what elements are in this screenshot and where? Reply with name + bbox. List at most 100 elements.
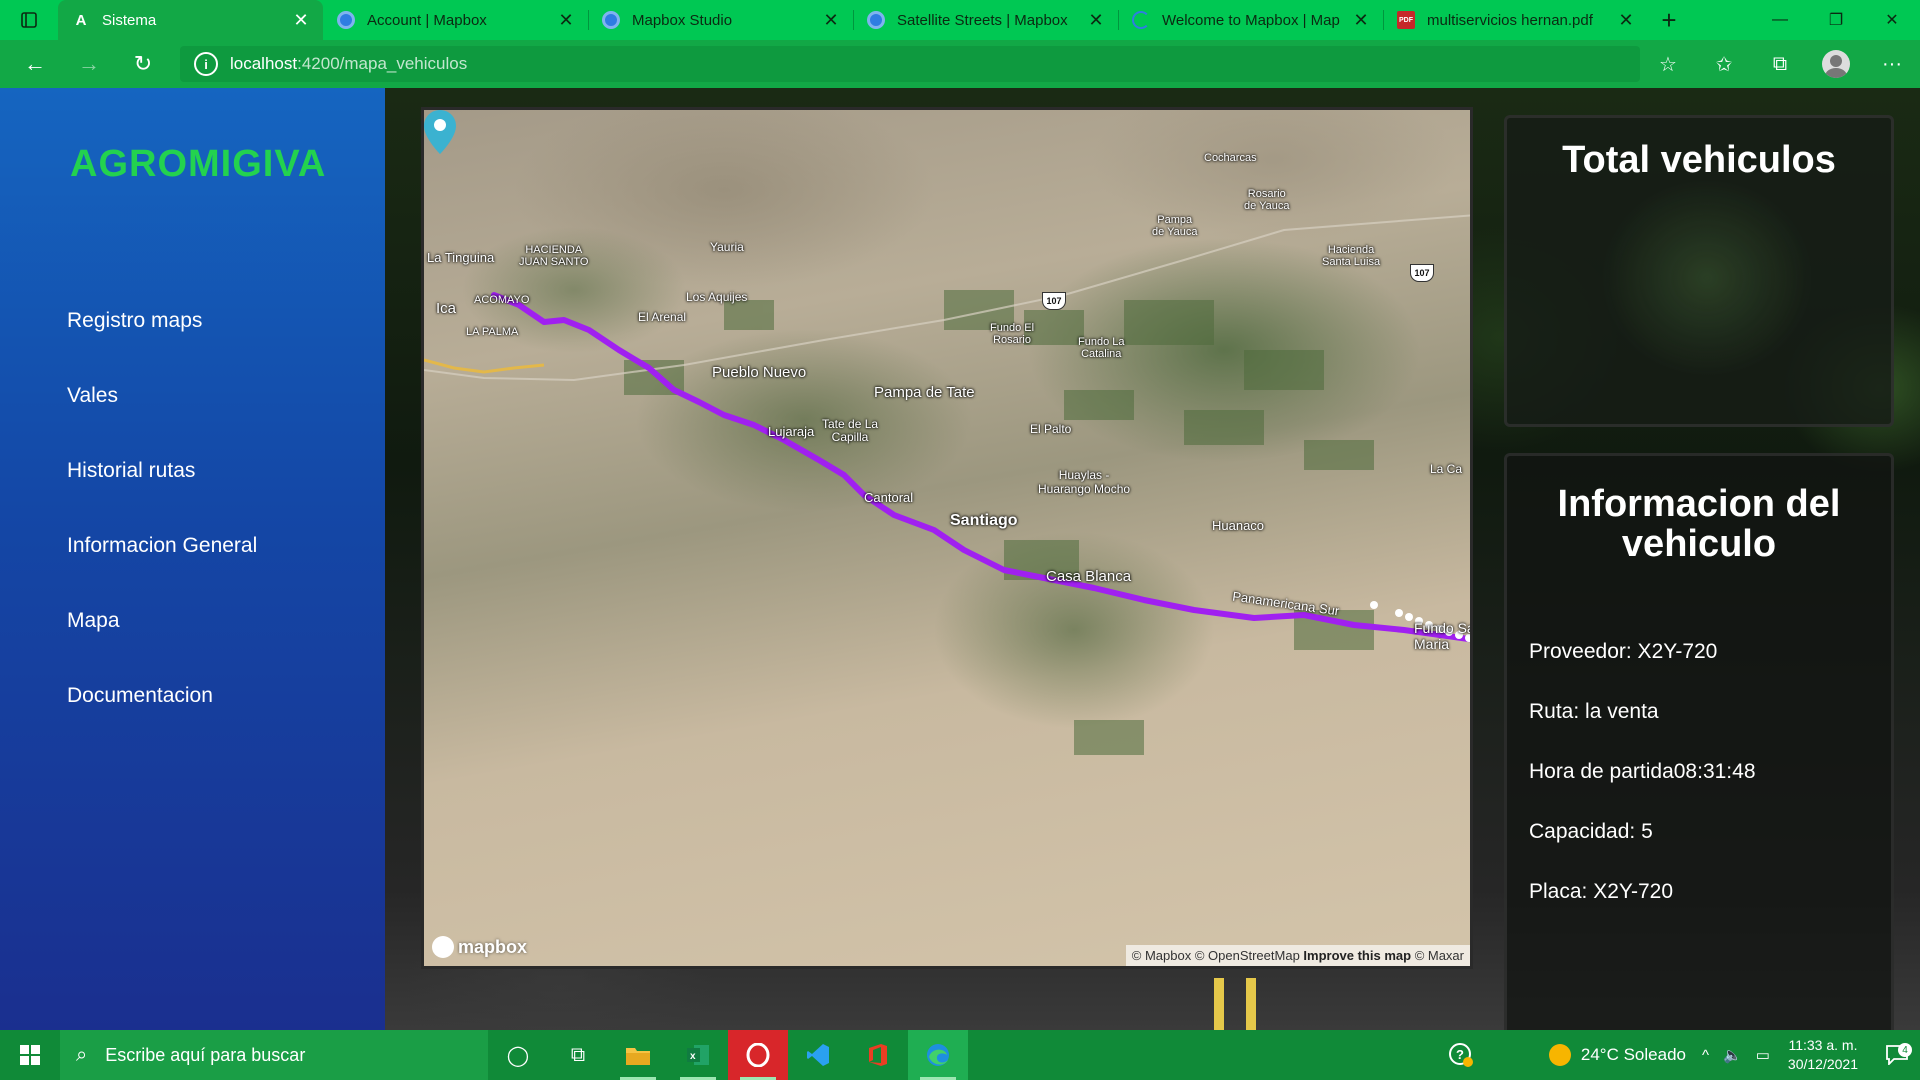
- place-label: Pampa de Tate: [874, 384, 975, 401]
- forward-icon[interactable]: →: [62, 40, 116, 88]
- refresh-icon[interactable]: ↻: [116, 40, 170, 88]
- sidebar-item-informacion-general[interactable]: Informacion General: [67, 531, 257, 606]
- mapbox-logo[interactable]: mapbox: [432, 936, 527, 958]
- vehicle-provider: Proveedor: X2Y-720: [1529, 640, 1718, 663]
- weather-widget[interactable]: 24°C Soleado: [1548, 1044, 1686, 1066]
- tab-title: Welcome to Mapbox | Map: [1162, 11, 1340, 29]
- favorites-icon[interactable]: ✩: [1696, 52, 1752, 77]
- vehicle-info-title: Informacion del vehiculo: [1557, 483, 1841, 565]
- file-explorer-icon[interactable]: [608, 1030, 668, 1080]
- close-icon[interactable]: ✕: [1086, 10, 1106, 31]
- sidebar-item-historial-rutas[interactable]: Historial rutas: [67, 456, 257, 531]
- sidebar-item-documentacion[interactable]: Documentacion: [67, 681, 257, 756]
- attribution-osm[interactable]: © OpenStreetMap: [1195, 948, 1300, 963]
- place-label: Los Aquijes: [686, 290, 748, 304]
- close-icon[interactable]: ✕: [1616, 10, 1636, 31]
- back-icon[interactable]: ←: [8, 40, 62, 88]
- total-vehicles-title: Total vehiculos: [1562, 139, 1836, 181]
- excel-icon[interactable]: x: [668, 1030, 728, 1080]
- edge-icon[interactable]: [908, 1030, 968, 1080]
- site-info-icon[interactable]: i: [194, 52, 218, 76]
- tab-account-mapbox[interactable]: Account | Mapbox ✕: [323, 0, 588, 40]
- close-window-icon[interactable]: ✕: [1864, 0, 1920, 40]
- clock[interactable]: 11:33 a. m. 30/12/2021: [1788, 1036, 1858, 1074]
- page-background: AGROMIGIVA Registro maps Vales Historial…: [0, 88, 1920, 1030]
- tab-title: Mapbox Studio: [632, 11, 733, 29]
- collections-icon[interactable]: ⧉: [1752, 53, 1808, 76]
- close-icon[interactable]: ✕: [291, 10, 311, 31]
- loading-icon: [1132, 11, 1150, 29]
- brand-title: AGROMIGIVA: [70, 143, 327, 185]
- vehicle-route: Ruta: la venta: [1529, 700, 1659, 723]
- more-options-icon[interactable]: ···: [1864, 53, 1920, 76]
- attribution-maxar[interactable]: © Maxar: [1415, 948, 1464, 963]
- opera-icon[interactable]: [728, 1030, 788, 1080]
- mapbox-icon: [602, 11, 620, 29]
- add-favorite-icon[interactable]: ☆: [1640, 52, 1696, 77]
- url-field[interactable]: i localhost :4200/mapa_vehiculos: [180, 46, 1640, 82]
- place-label: Cantoral: [864, 490, 914, 505]
- sidebar-item-vales[interactable]: Vales: [67, 381, 257, 456]
- sidebar: AGROMIGIVA Registro maps Vales Historial…: [0, 88, 385, 1030]
- pdf-icon: PDF: [1397, 11, 1415, 29]
- place-label: La Ca: [1430, 462, 1463, 476]
- notifications-icon[interactable]: 4: [1874, 1043, 1920, 1065]
- close-icon[interactable]: ✕: [821, 10, 841, 31]
- tab-title: multiservicios hernan.pdf: [1427, 11, 1593, 29]
- office-icon[interactable]: [848, 1030, 908, 1080]
- tab-title: Sistema: [102, 11, 157, 29]
- windows-start-icon[interactable]: [0, 1030, 60, 1080]
- taskbar-search-input[interactable]: ⌕ Escribe aquí para buscar: [60, 1030, 488, 1080]
- tab-actions-icon[interactable]: [0, 0, 58, 40]
- road-marking: [1214, 978, 1224, 1030]
- svg-text:x: x: [690, 1051, 696, 1062]
- satellite-map[interactable]: La Tinguina HACIENDA JUAN SANTO Yauria C…: [421, 107, 1473, 969]
- url-host: localhost: [230, 54, 298, 73]
- tab-title: Account | Mapbox: [367, 11, 487, 29]
- tab-sistema[interactable]: A Sistema ✕: [58, 0, 323, 40]
- route-shield-icon: 107: [1410, 264, 1434, 282]
- mapbox-icon: [867, 11, 885, 29]
- sidebar-item-registro-maps[interactable]: Registro maps: [67, 306, 257, 381]
- attribution-mapbox[interactable]: © Mapbox: [1132, 948, 1191, 963]
- place-label: LA PALMA: [466, 326, 519, 338]
- task-view-icon[interactable]: ⧉: [548, 1030, 608, 1080]
- help-icon[interactable]: ?: [1433, 1042, 1489, 1068]
- tab-mapbox-studio[interactable]: Mapbox Studio ✕: [588, 0, 853, 40]
- place-label: Ica: [436, 300, 457, 317]
- place-label: ACOMAYO: [474, 294, 530, 306]
- improve-map-link[interactable]: Improve this map: [1303, 948, 1411, 963]
- place-label: Fundo El Rosario: [990, 322, 1035, 346]
- vehicle-info-card: Informacion del vehiculo Proveedor: X2Y-…: [1504, 453, 1894, 1030]
- close-icon[interactable]: ✕: [1351, 10, 1371, 31]
- network-icon[interactable]: ▭: [1756, 1046, 1770, 1064]
- angular-icon: A: [75, 11, 87, 29]
- tab-satellite-streets[interactable]: Satellite Streets | Mapbox ✕: [853, 0, 1118, 40]
- minimize-icon[interactable]: —: [1752, 0, 1808, 40]
- place-label: Rosario de Yauca: [1244, 188, 1290, 212]
- vscode-icon[interactable]: [788, 1030, 848, 1080]
- chevron-up-icon[interactable]: ^: [1702, 1047, 1709, 1064]
- vehicle-departure-time: Hora de partida08:31:48: [1529, 760, 1756, 783]
- notification-count: 4: [1898, 1043, 1912, 1057]
- search-icon: ⌕: [76, 1043, 88, 1066]
- close-icon[interactable]: ✕: [556, 10, 576, 31]
- place-label: La Tinguina: [427, 250, 495, 265]
- new-tab-button[interactable]: +: [1648, 0, 1690, 40]
- sun-icon: [1548, 1044, 1571, 1066]
- cortana-icon[interactable]: ◯: [488, 1030, 548, 1080]
- place-label: Yauria: [710, 240, 744, 254]
- window-controls: — ❐ ✕: [1752, 0, 1920, 40]
- sidebar-item-mapa[interactable]: Mapa: [67, 606, 257, 681]
- volume-icon[interactable]: 🔈: [1723, 1046, 1742, 1064]
- tab-pdf[interactable]: PDF multiservicios hernan.pdf ✕: [1383, 0, 1648, 40]
- browser-tab-bar: A Sistema ✕ Account | Mapbox ✕ Mapbox St…: [0, 0, 1920, 40]
- restore-icon[interactable]: ❐: [1808, 0, 1864, 40]
- system-tray: ? 24°C Soleado ^ 🔈 ▭ 11:33 a. m. 30/12/2…: [1433, 1030, 1920, 1080]
- profile-avatar[interactable]: [1822, 50, 1850, 78]
- tab-welcome-mapbox[interactable]: Welcome to Mapbox | Map ✕: [1118, 0, 1383, 40]
- url-path: :4200/mapa_vehiculos: [297, 54, 468, 73]
- map-attribution: © Mapbox © OpenStreetMap Improve this ma…: [1125, 945, 1470, 966]
- map-marker-icon[interactable]: [424, 110, 456, 154]
- mapbox-icon: [337, 11, 355, 29]
